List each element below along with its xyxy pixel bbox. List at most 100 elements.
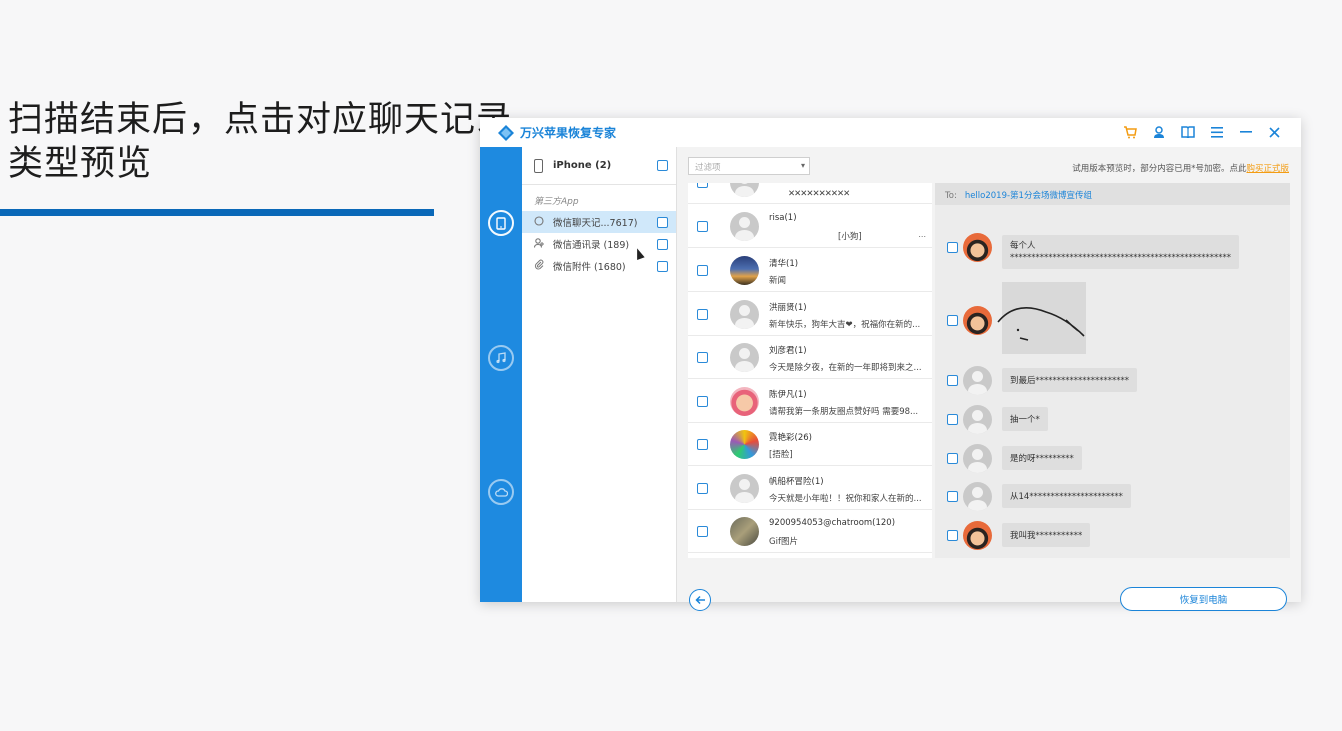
menu-icon[interactable] — [1208, 123, 1225, 141]
chat-icon — [534, 215, 545, 229]
section-label: 第三方App — [534, 197, 579, 207]
cart-icon[interactable] — [1121, 123, 1138, 141]
message-row[interactable] — [935, 282, 1290, 370]
contact-checkbox[interactable] — [697, 526, 708, 537]
trial-notice: 试用版本预览时，部分内容已用*号加密。点此购买正式版 — [1072, 162, 1289, 174]
contact-row[interactable]: ✕✕✕✕✕✕✕✕✕✕ — [688, 183, 932, 204]
avatar — [963, 233, 992, 262]
mode-strip — [480, 147, 522, 602]
avatar — [730, 256, 759, 285]
music-recover-icon[interactable] — [488, 345, 514, 371]
message-checkbox[interactable] — [947, 453, 958, 464]
caption-line-1: 扫描结束后，点击对应聊天记录 — [8, 100, 513, 140]
contact-row[interactable]: risa(1) [小狗]... — [688, 205, 932, 248]
book-icon[interactable] — [1179, 123, 1196, 141]
avatar — [963, 405, 992, 434]
contact-name: 清华(1) — [769, 259, 799, 269]
message-row[interactable]: 每个人 *************************************… — [935, 231, 1290, 269]
recover-to-computer-button[interactable]: 恢复到电脑 — [1120, 587, 1287, 611]
user-icon[interactable] — [1150, 123, 1167, 141]
trial-text: 试用版本预览时，部分内容已用*号加密。点此 — [1072, 164, 1247, 174]
back-button[interactable] — [689, 589, 711, 611]
avatar — [963, 306, 992, 335]
message-bubble: 我叫我*********** — [1002, 523, 1091, 547]
buy-link[interactable]: 购买正式版 — [1246, 164, 1289, 174]
category-checkbox[interactable] — [657, 216, 668, 228]
avatar — [730, 300, 759, 329]
contact-row[interactable]: 陈伊凡(1) 请帮我第一条朋友圈点赞好吗 需要98... — [688, 380, 932, 423]
device-checkbox[interactable] — [657, 160, 668, 171]
contact-checkbox[interactable] — [697, 309, 708, 320]
message-bubble: 到最后********************** — [1002, 368, 1138, 392]
cloud-recover-icon[interactable] — [488, 479, 514, 505]
message-checkbox[interactable] — [947, 530, 958, 541]
chat-recipient: hello2019-第1分会场微博宣传组 — [964, 191, 1092, 201]
contact-row[interactable]: 刘彦君(1) 今天是除夕夜，在新的一年即将到来之... — [688, 336, 932, 379]
phone-recover-icon[interactable] — [488, 210, 514, 236]
category-label: 微信通讯录 (189) — [553, 240, 630, 251]
category-checkbox[interactable] — [657, 260, 668, 272]
caption-underline — [0, 209, 434, 216]
contact-checkbox[interactable] — [697, 483, 708, 494]
device-row[interactable]: iPhone (2) — [522, 147, 676, 185]
avatar — [730, 517, 759, 546]
message-text: ****************************************… — [1010, 253, 1231, 263]
message-text: 抽一个* — [1010, 415, 1040, 425]
attachment-icon — [534, 259, 545, 273]
message-checkbox[interactable] — [947, 414, 958, 425]
contact-row[interactable]: 9200954053@chatroom(120) Gif图片 — [688, 510, 932, 553]
avatar — [963, 366, 992, 395]
contact-checkbox[interactable] — [697, 265, 708, 276]
category-item-wechat-chat[interactable]: 微信聊天记...7617) — [522, 211, 676, 233]
sticker-image — [997, 282, 1086, 354]
contact-row[interactable]: 洪丽贤(1) 新年快乐，狗年大吉❤，祝福你在新的... — [688, 293, 932, 336]
category-item-wechat-contacts[interactable]: 微信通讯录 (189) — [522, 233, 676, 255]
chevron-down-icon: ▾ — [800, 161, 805, 170]
contact-row[interactable]: 清华(1) 新闻 — [688, 249, 932, 292]
message-row[interactable]: 抽一个* — [935, 403, 1290, 437]
minimize-icon[interactable] — [1237, 123, 1254, 141]
contact-checkbox[interactable] — [697, 352, 708, 363]
message-row[interactable]: 是的呀********* — [935, 442, 1290, 476]
slide-caption: 扫描结束后，点击对应聊天记录 类型预览 — [8, 98, 512, 186]
message-text: 每个人 — [1010, 241, 1036, 251]
message-checkbox[interactable] — [947, 242, 958, 253]
message-checkbox[interactable] — [947, 375, 958, 386]
close-icon[interactable] — [1266, 123, 1283, 141]
title-bar: 万兴苹果恢复专家 — [480, 118, 1301, 147]
message-checkbox[interactable] — [947, 315, 958, 326]
contact-checkbox[interactable] — [697, 439, 708, 450]
chat-header: To: hello2019-第1分会场微博宣传组 — [935, 183, 1290, 205]
contact-name: 洪丽贤(1) — [769, 303, 807, 313]
contact-checkbox[interactable] — [697, 396, 708, 407]
message-row[interactable]: 从14********************** — [935, 480, 1290, 514]
message-text: 是的呀********* — [1010, 454, 1074, 464]
category-item-wechat-attachments[interactable]: 微信附件 (1680) — [522, 255, 676, 277]
chat-view: To:hello2019-第1分会场微博宣传组 跳往音每个人**********… — [935, 183, 1290, 558]
contact-name: 霓艳彩(26) — [769, 433, 812, 443]
message-bubble: 每个人 *************************************… — [1002, 235, 1239, 269]
avatar — [963, 482, 992, 511]
app-window: 万兴苹果恢复专家 iPhone (2) 第三方App 微信聊天记...7617)… — [480, 118, 1301, 611]
contact-last-message: Gif图片 — [769, 537, 798, 547]
contact-row[interactable]: 霓艳彩(26) [捂脸] — [688, 423, 932, 466]
avatar — [730, 343, 759, 372]
contact-row[interactable]: 帆船杯冒险(1) 今天就是小年啦！！祝你和家人在新的... — [688, 467, 932, 510]
category-label: 微信附件 (1680) — [553, 262, 626, 273]
message-bubble: 抽一个* — [1002, 407, 1048, 431]
contact-checkbox[interactable] — [697, 183, 708, 188]
filter-placeholder: 过滤项 — [695, 163, 721, 173]
phone-icon — [534, 158, 543, 173]
to-label: To: — [945, 191, 957, 201]
category-checkbox[interactable] — [657, 238, 668, 250]
app-title: 万兴苹果恢复专家 — [520, 126, 617, 140]
message-bubble: 是的呀********* — [1002, 446, 1082, 470]
filter-dropdown[interactable]: 过滤项 ▾ — [688, 157, 810, 175]
message-text: 到最后********************** — [1010, 376, 1130, 386]
message-checkbox[interactable] — [947, 491, 958, 502]
message-text: 我叫我*********** — [1010, 531, 1083, 541]
contact-checkbox[interactable] — [697, 221, 708, 232]
message-row[interactable]: 我叫我*********** — [935, 519, 1290, 553]
contacts-icon — [533, 237, 545, 251]
message-row[interactable]: 到最后********************** — [935, 364, 1290, 398]
